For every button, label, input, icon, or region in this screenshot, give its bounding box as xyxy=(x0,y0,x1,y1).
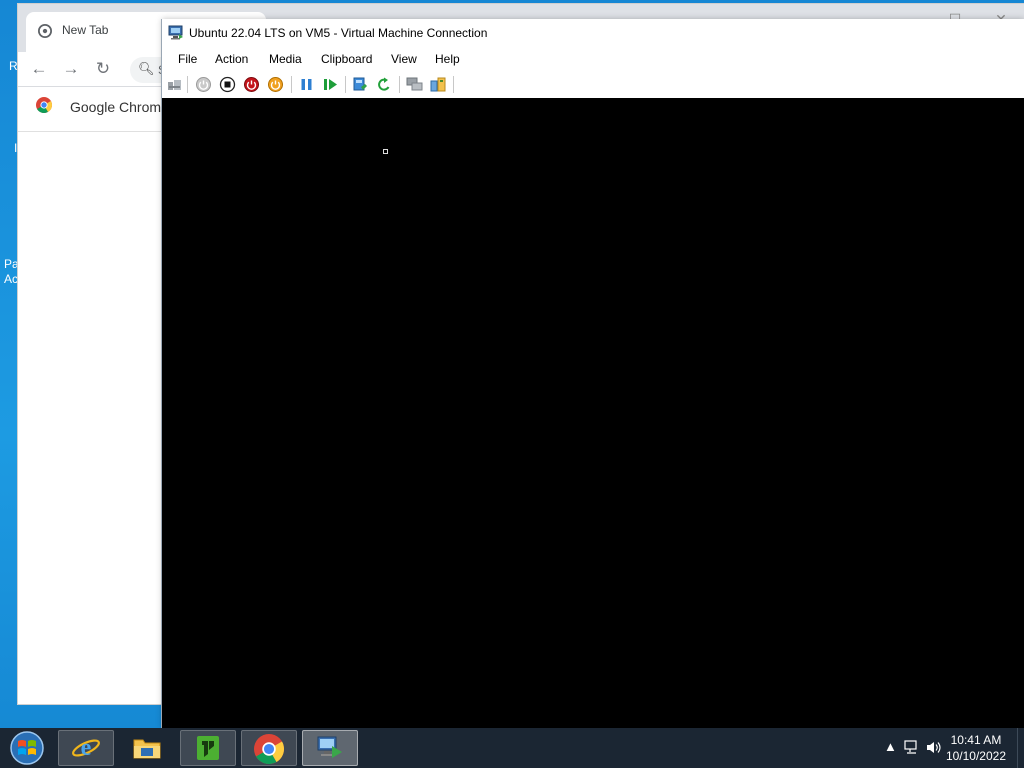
checkpoint-icon[interactable] xyxy=(352,76,369,93)
svg-text:e: e xyxy=(81,735,92,761)
save-icon[interactable] xyxy=(267,76,284,93)
toolbar-separator xyxy=(399,76,400,93)
start-button[interactable] xyxy=(4,729,50,767)
vm-connection-window: Ubuntu 22.04 LTS on VM5 - Virtual Machin… xyxy=(162,19,1024,728)
menu-view[interactable]: View xyxy=(391,52,417,66)
menu-help[interactable]: Help xyxy=(435,52,460,66)
taskbar-file-explorer[interactable] xyxy=(119,730,175,766)
show-hidden-icons-icon[interactable]: ▲ xyxy=(884,739,897,754)
search-icon: 🔍︎ xyxy=(138,61,155,76)
bookmark-google-chrome[interactable]: Google Chrome xyxy=(70,99,169,115)
network-icon[interactable] xyxy=(904,740,920,755)
mouse-cursor xyxy=(383,149,388,154)
back-arrow-icon[interactable]: ← xyxy=(28,58,50,80)
desktop-icon-label-fragment: R xyxy=(9,59,18,73)
resume-icon[interactable] xyxy=(322,76,339,93)
internet-explorer-icon: e xyxy=(72,735,100,761)
clock-time: 10:41 AM xyxy=(950,733,1002,747)
clock-date: 10/10/2022 xyxy=(945,749,1006,763)
forward-arrow-icon[interactable]: → xyxy=(60,58,82,80)
desktop-icon-label-fragment: Ac xyxy=(4,272,19,286)
toolbar-separator xyxy=(453,76,454,93)
system-tray: ▲ 10:41 AM 10/10/2022 xyxy=(864,728,1024,768)
vm-menubar: File Action Media Clipboard View Help xyxy=(162,47,1024,70)
google-chrome-icon xyxy=(254,734,284,764)
chrome-tab-title: New Tab xyxy=(62,23,109,37)
toolbar-separator xyxy=(291,76,292,93)
chrome-favicon-icon xyxy=(38,24,52,38)
shut-down-icon[interactable] xyxy=(243,76,260,93)
menu-file[interactable]: File xyxy=(178,52,197,66)
pause-icon[interactable] xyxy=(298,76,315,93)
terminal-app-icon xyxy=(197,736,219,760)
share-icon[interactable] xyxy=(430,76,447,93)
volume-icon[interactable] xyxy=(926,740,942,755)
taskbar-internet-explorer[interactable]: e xyxy=(58,730,114,766)
vm-connection-icon xyxy=(168,25,183,40)
taskbar: e ▲ 10:41 AM 10/10/2022 xyxy=(0,728,1024,768)
vm-display[interactable] xyxy=(162,98,1024,728)
menu-media[interactable]: Media xyxy=(269,52,302,66)
taskbar-hyper-v-connection[interactable] xyxy=(302,730,358,766)
toolbar-separator xyxy=(345,76,346,93)
taskbar-google-chrome[interactable] xyxy=(241,730,297,766)
toolbar-separator xyxy=(187,76,188,93)
file-explorer-icon xyxy=(133,739,161,759)
enhanced-session-icon[interactable] xyxy=(406,76,423,93)
google-chrome-icon xyxy=(36,97,52,113)
desktop-icon-label-fragment: Pa xyxy=(4,257,19,271)
show-desktop-button[interactable] xyxy=(1017,728,1024,768)
taskbar-terminal-app[interactable] xyxy=(180,730,236,766)
reload-icon[interactable]: ↻ xyxy=(92,58,114,80)
start-icon[interactable] xyxy=(195,76,212,93)
clock[interactable]: 10:41 AM 10/10/2022 xyxy=(946,732,1006,764)
ctrl-alt-del-icon[interactable] xyxy=(166,76,183,93)
hyper-v-connection-icon xyxy=(317,736,342,758)
desktop-icon-label-fragment: I xyxy=(14,141,18,155)
menu-action[interactable]: Action xyxy=(215,52,248,66)
window-title: Ubuntu 22.04 LTS on VM5 - Virtual Machin… xyxy=(189,26,488,40)
menu-clipboard[interactable]: Clipboard xyxy=(321,52,372,66)
vm-titlebar[interactable]: Ubuntu 22.04 LTS on VM5 - Virtual Machin… xyxy=(162,19,1024,47)
turn-off-icon[interactable] xyxy=(219,76,236,93)
vm-toolbar xyxy=(162,70,1024,99)
revert-icon[interactable] xyxy=(376,76,393,93)
